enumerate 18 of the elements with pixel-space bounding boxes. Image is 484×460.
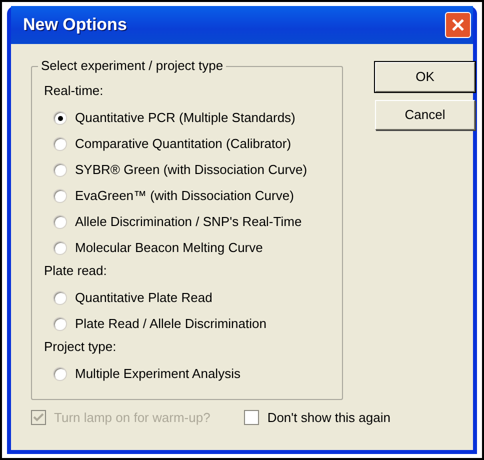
section-label: Project type: <box>44 338 118 356</box>
radio-option[interactable]: Quantitative PCR (Multiple Standards) <box>44 105 296 131</box>
close-button[interactable] <box>445 12 471 38</box>
radio-option[interactable]: Allele Discrimination / SNP's Real-Time <box>44 209 302 235</box>
radio-option[interactable]: Comparative Quantitation (Calibrator) <box>44 131 292 157</box>
radio-option[interactable]: Plate Read / Allele Discrimination <box>44 311 266 337</box>
radio-option[interactable]: Quantitative Plate Read <box>44 285 212 311</box>
radio-option[interactable]: Molecular Beacon Melting Curve <box>44 235 263 261</box>
window-title: New Options <box>23 14 127 36</box>
section-label: Plate read: <box>44 262 108 280</box>
close-icon <box>450 17 466 33</box>
radio-option[interactable]: Multiple Experiment Analysis <box>44 361 240 387</box>
dialog-button[interactable]: Cancel <box>375 100 475 130</box>
checkbox-option[interactable]: Don't show this again <box>244 408 390 428</box>
radio-option[interactable]: SYBR® Green (with Dissociation Curve) <box>44 157 308 183</box>
radio-option[interactable]: EvaGreen™ (with Dissociation Curve) <box>44 183 294 209</box>
dialog-button[interactable]: OK <box>375 62 475 92</box>
section-label: Real-time: <box>44 82 104 100</box>
